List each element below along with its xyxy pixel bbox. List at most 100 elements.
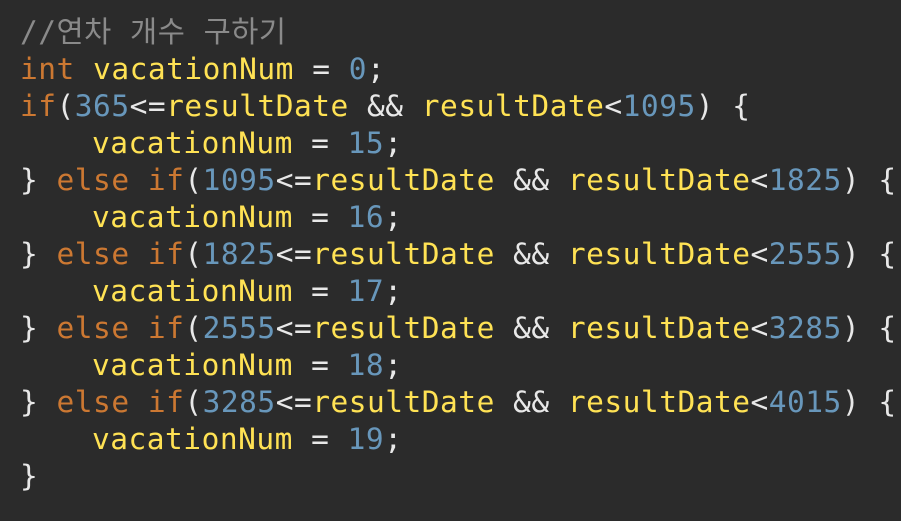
and-operator: && bbox=[367, 89, 404, 123]
keyword-if: if bbox=[147, 163, 185, 197]
assigned-value: 18 bbox=[347, 348, 385, 382]
lower-bound: 1095 bbox=[202, 163, 276, 197]
keyword-int: int bbox=[20, 52, 75, 86]
condition-variable: resultDate bbox=[312, 237, 495, 271]
condition-variable: resultDate bbox=[421, 89, 605, 123]
lower-bound: 2555 bbox=[202, 311, 276, 345]
brace-close: } bbox=[20, 237, 39, 271]
paren-open: ( bbox=[184, 163, 203, 197]
keyword-if: if bbox=[20, 89, 57, 123]
brace-close: } bbox=[20, 459, 39, 493]
variable-name: vacationNum bbox=[92, 274, 293, 308]
brace-open: { bbox=[878, 385, 897, 419]
lower-bound: 1825 bbox=[202, 237, 276, 271]
lower-bound: 365 bbox=[74, 89, 130, 123]
lte-operator: <= bbox=[275, 163, 313, 197]
lt-operator: < bbox=[750, 163, 769, 197]
paren-close: ) bbox=[695, 89, 714, 123]
and-operator: && bbox=[513, 163, 550, 197]
code-editor[interactable]: //연차 개수 구하기 int vacationNum = 0; if(365<… bbox=[0, 0, 901, 521]
keyword-else: else bbox=[56, 385, 130, 419]
brace-open: { bbox=[878, 311, 897, 345]
code-line-assignment: vacationNum = 18; bbox=[20, 347, 901, 384]
assign-operator: = bbox=[311, 348, 330, 382]
paren-open: ( bbox=[184, 385, 203, 419]
code-line-else-if: } else if(2555<=resultDate && resultDate… bbox=[20, 310, 901, 347]
assign-operator: = bbox=[311, 126, 330, 160]
keyword-if: if bbox=[147, 385, 185, 419]
variable-name: vacationNum bbox=[92, 200, 293, 234]
condition-variable: resultDate bbox=[567, 237, 751, 271]
paren-close: ) bbox=[841, 163, 861, 197]
brace-open: { bbox=[878, 163, 897, 197]
code-line-assignment: vacationNum = 15; bbox=[20, 125, 901, 162]
semicolon: ; bbox=[384, 200, 403, 234]
semicolon: ; bbox=[384, 274, 403, 308]
code-line-else-if: } else if(3285<=resultDate && resultDate… bbox=[20, 384, 901, 421]
lte-operator: <= bbox=[275, 385, 313, 419]
lte-operator: <= bbox=[275, 311, 313, 345]
paren-close: ) bbox=[841, 311, 861, 345]
code-line-closing: } bbox=[20, 458, 901, 495]
keyword-else: else bbox=[56, 237, 130, 271]
assigned-value: 17 bbox=[347, 274, 385, 308]
brace-close: } bbox=[20, 385, 39, 419]
and-operator: && bbox=[513, 237, 550, 271]
keyword-else: else bbox=[56, 163, 130, 197]
brace-close: } bbox=[20, 311, 39, 345]
condition-variable: resultDate bbox=[312, 311, 495, 345]
paren-close: ) bbox=[841, 237, 861, 271]
assign-operator: = bbox=[311, 274, 330, 308]
paren-open: ( bbox=[184, 237, 203, 271]
assigned-value: 16 bbox=[347, 200, 385, 234]
variable-name: vacationNum bbox=[92, 126, 293, 160]
code-line-else-if: } else if(1095<=resultDate && resultDate… bbox=[20, 162, 901, 199]
lt-operator: < bbox=[750, 385, 769, 419]
semicolon: ; bbox=[367, 52, 386, 86]
assign-operator: = bbox=[312, 52, 331, 86]
lte-operator: <= bbox=[129, 89, 167, 123]
code-line-assignment: vacationNum = 16; bbox=[20, 199, 901, 236]
lt-operator: < bbox=[750, 311, 769, 345]
paren-open: ( bbox=[184, 311, 203, 345]
assigned-value: 19 bbox=[347, 422, 385, 456]
code-line-assignment: vacationNum = 17; bbox=[20, 273, 901, 310]
code-comment: //연차 개수 구하기 bbox=[20, 15, 287, 49]
assigned-value: 15 bbox=[347, 126, 385, 160]
keyword-if: if bbox=[147, 237, 185, 271]
lt-operator: < bbox=[604, 89, 623, 123]
brace-close: } bbox=[20, 163, 39, 197]
code-line-declaration: int vacationNum = 0; bbox=[20, 51, 901, 88]
semicolon: ; bbox=[384, 126, 403, 160]
assign-operator: = bbox=[311, 422, 330, 456]
lower-bound: 3285 bbox=[202, 385, 276, 419]
upper-bound: 1825 bbox=[768, 163, 842, 197]
code-line-if: if(365<=resultDate && resultDate<1095) { bbox=[20, 88, 901, 125]
semicolon: ; bbox=[384, 422, 403, 456]
variable-name: vacationNum bbox=[92, 422, 293, 456]
variable-name: vacationNum bbox=[92, 348, 293, 382]
keyword-else: else bbox=[56, 311, 130, 345]
paren-open: ( bbox=[56, 89, 75, 123]
condition-variable: resultDate bbox=[312, 385, 495, 419]
variable-name: vacationNum bbox=[93, 52, 294, 86]
semicolon: ; bbox=[384, 348, 403, 382]
condition-variable: resultDate bbox=[567, 385, 751, 419]
code-line-assignment: vacationNum = 19; bbox=[20, 421, 901, 458]
paren-close: ) bbox=[841, 385, 861, 419]
lt-operator: < bbox=[750, 237, 769, 271]
condition-variable: resultDate bbox=[567, 163, 751, 197]
keyword-if: if bbox=[147, 311, 185, 345]
condition-variable: resultDate bbox=[567, 311, 751, 345]
and-operator: && bbox=[513, 385, 550, 419]
condition-variable: resultDate bbox=[166, 89, 349, 123]
initial-value: 0 bbox=[348, 52, 367, 86]
brace-open: { bbox=[878, 237, 897, 271]
code-line-comment: //연차 개수 구하기 bbox=[20, 14, 901, 51]
assign-operator: = bbox=[311, 200, 330, 234]
code-line-else-if: } else if(1825<=resultDate && resultDate… bbox=[20, 236, 901, 273]
and-operator: && bbox=[513, 311, 550, 345]
upper-bound: 2555 bbox=[768, 237, 842, 271]
lte-operator: <= bbox=[275, 237, 313, 271]
brace-open: { bbox=[732, 89, 751, 123]
